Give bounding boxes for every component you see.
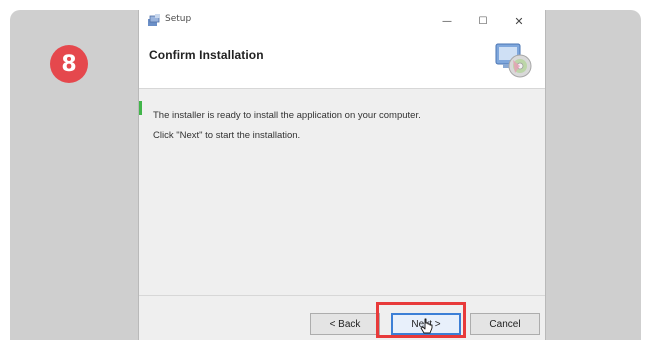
- header-band: Confirm Installation: [139, 32, 545, 88]
- mouse-pointer-icon: [420, 318, 433, 334]
- installer-window: Setup — ☐ ✕ Confirm Installation The ins…: [138, 10, 546, 340]
- close-button[interactable]: ✕: [501, 10, 537, 32]
- installer-app-icon: [148, 14, 160, 26]
- tutorial-frame: 8 Setup — ☐ ✕ Confirm Installation The i…: [10, 10, 641, 340]
- page-title: Confirm Installation: [149, 48, 264, 62]
- body-text-ready: The installer is ready to install the ap…: [153, 110, 421, 121]
- progress-marker: [139, 101, 142, 115]
- content-area: The installer is ready to install the ap…: [139, 89, 545, 295]
- step-badge: 8: [50, 45, 88, 83]
- title-bar[interactable]: Setup — ☐ ✕: [139, 10, 545, 32]
- minimize-button[interactable]: —: [429, 10, 465, 32]
- maximize-button[interactable]: ☐: [465, 10, 501, 32]
- back-button[interactable]: < Back: [310, 313, 380, 335]
- cancel-button[interactable]: Cancel: [470, 313, 540, 335]
- installer-disc-icon: [495, 43, 532, 78]
- body-text-instruction: Click "Next" to start the installation.: [153, 130, 301, 141]
- window-title: Setup: [165, 14, 192, 24]
